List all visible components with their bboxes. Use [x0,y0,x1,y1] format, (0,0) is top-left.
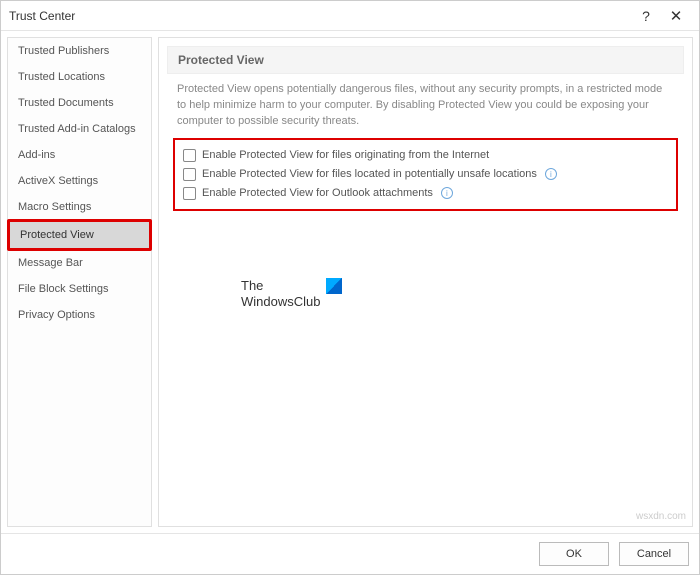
highlight-box-sidebar: Protected View [7,219,152,251]
highlight-box-options: Enable Protected View for files originat… [173,138,678,211]
watermark-text: The WindowsClub [241,278,320,309]
sidebar-item-trusted-documents[interactable]: Trusted Documents [8,90,151,116]
section-title: Protected View [167,46,684,74]
close-button[interactable]: ✕ [661,1,691,31]
trust-center-window: Trust Center ? ✕ Trusted Publishers Trus… [0,0,700,575]
sidebar-item-trusted-addin-catalogs[interactable]: Trusted Add-in Catalogs [8,116,151,142]
option-internet-files[interactable]: Enable Protected View for files originat… [183,146,668,165]
sidebar-item-file-block-settings[interactable]: File Block Settings [8,276,151,302]
checkbox-icon[interactable] [183,149,196,162]
info-icon[interactable]: i [441,187,453,199]
titlebar: Trust Center ? ✕ [1,1,699,31]
option-outlook-attachments[interactable]: Enable Protected View for Outlook attach… [183,184,668,203]
sidebar-item-protected-view[interactable]: Protected View [10,222,149,248]
attribution-text: wsxdn.com [636,511,686,522]
sidebar: Trusted Publishers Trusted Locations Tru… [7,37,152,527]
footer: OK Cancel [1,533,699,574]
option-label: Enable Protected View for files originat… [202,149,489,161]
help-button[interactable]: ? [631,1,661,31]
info-icon[interactable]: i [545,168,557,180]
sidebar-item-trusted-publishers[interactable]: Trusted Publishers [8,38,151,64]
option-unsafe-locations[interactable]: Enable Protected View for files located … [183,165,668,184]
sidebar-item-privacy-options[interactable]: Privacy Options [8,302,151,328]
window-body: Trusted Publishers Trusted Locations Tru… [1,31,699,533]
sidebar-item-message-bar[interactable]: Message Bar [8,250,151,276]
checkbox-icon[interactable] [183,168,196,181]
ok-button[interactable]: OK [539,542,609,566]
section-description: Protected View opens potentially dangero… [167,82,684,138]
window-title: Trust Center [9,9,631,23]
sidebar-item-macro-settings[interactable]: Macro Settings [8,194,151,220]
sidebar-item-trusted-locations[interactable]: Trusted Locations [8,64,151,90]
watermark: The WindowsClub [241,278,342,309]
content-panel: Protected View Protected View opens pote… [158,37,693,527]
sidebar-item-activex-settings[interactable]: ActiveX Settings [8,168,151,194]
checkbox-icon[interactable] [183,187,196,200]
cancel-button[interactable]: Cancel [619,542,689,566]
option-label: Enable Protected View for Outlook attach… [202,187,433,199]
option-label: Enable Protected View for files located … [202,168,537,180]
windows-flag-icon [326,278,342,294]
sidebar-item-addins[interactable]: Add-ins [8,142,151,168]
